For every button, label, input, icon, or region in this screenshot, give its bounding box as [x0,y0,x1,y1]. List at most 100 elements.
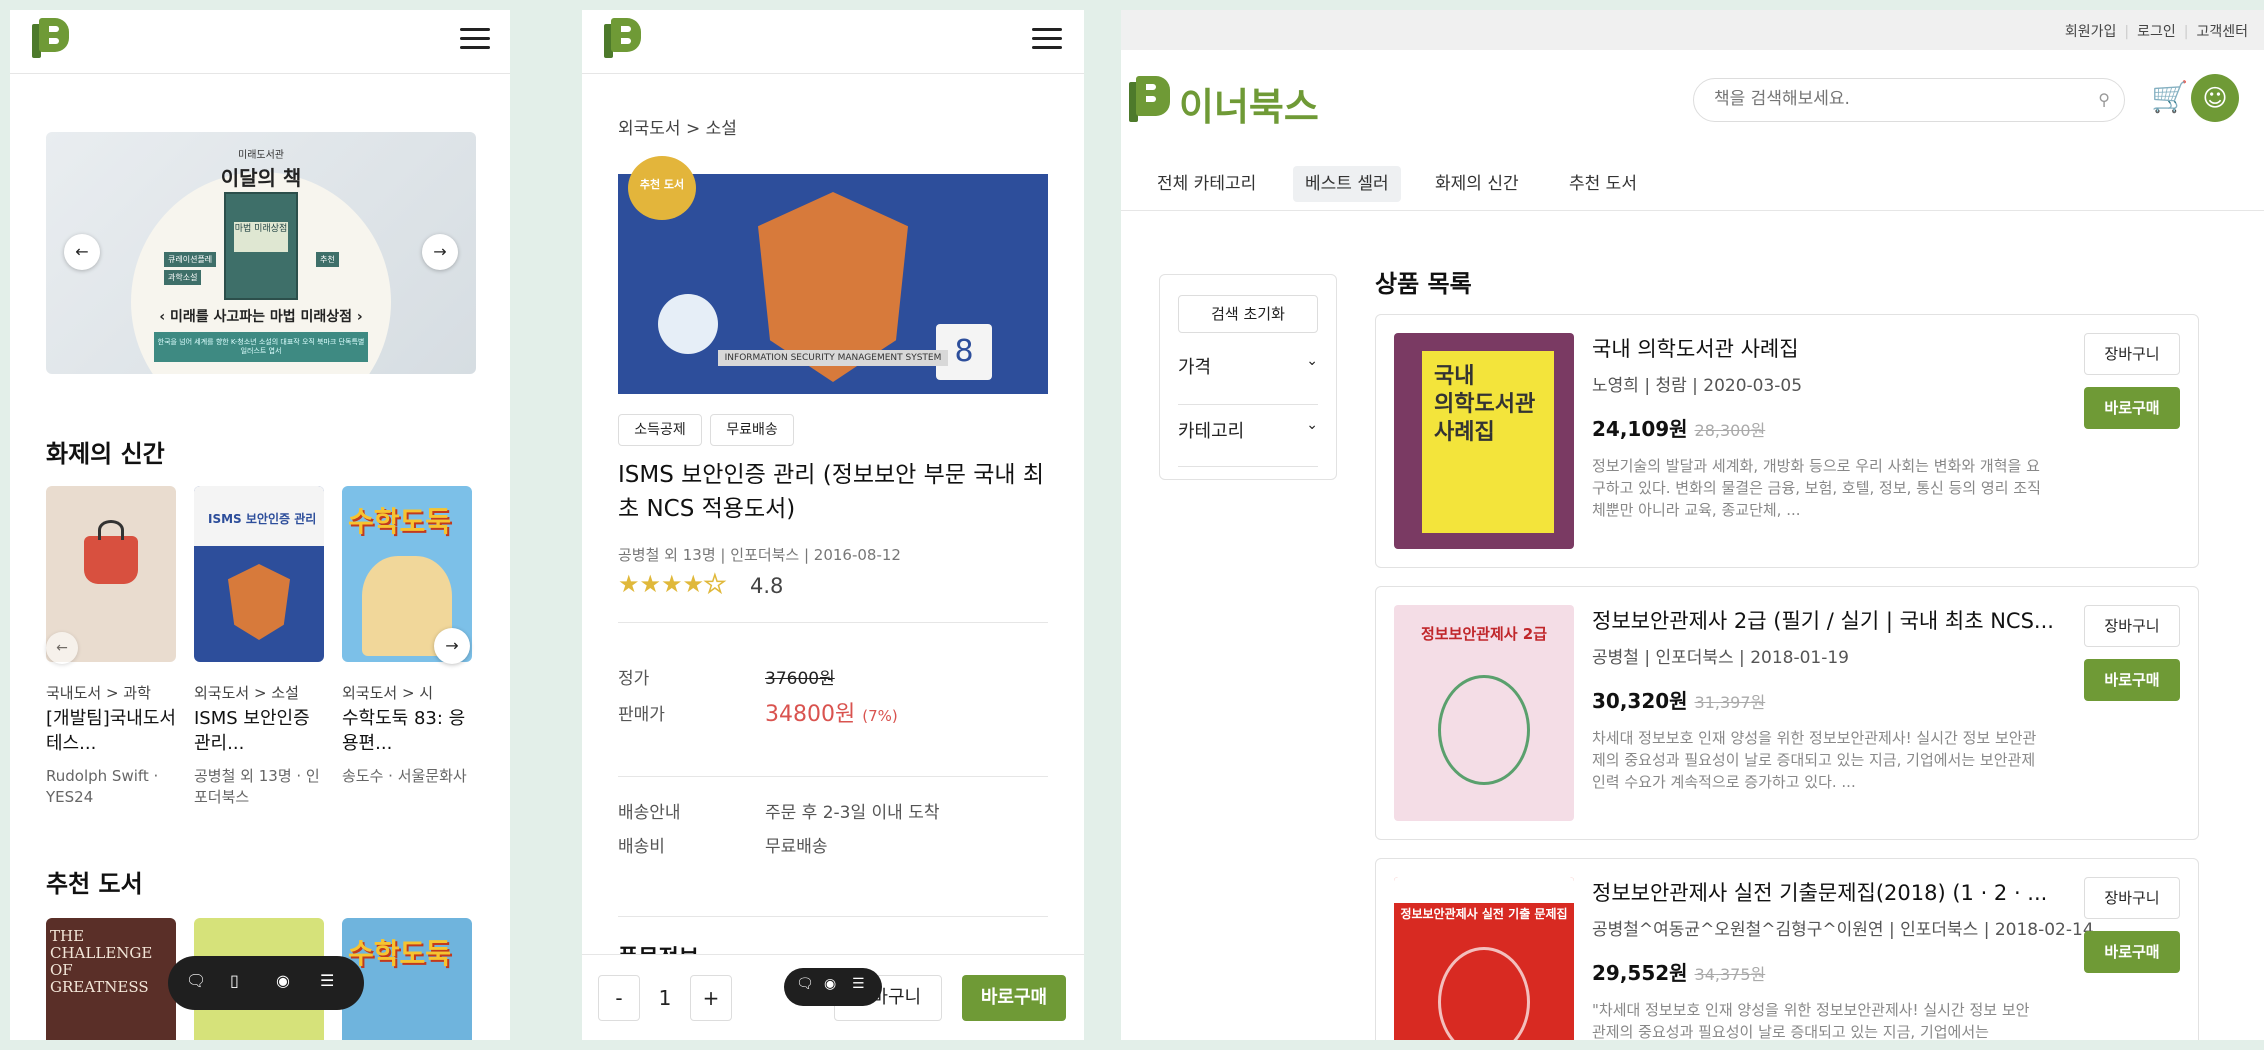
diagram-illustration [1438,675,1530,785]
breadcrumb[interactable]: 외국도서 > 소설 [618,114,737,139]
sale-price: 34800원 (7%) [765,702,898,727]
book-title[interactable]: [개발팀]국내도서 테스... [46,706,176,756]
carousel-prev-button[interactable]: ← [46,632,78,664]
book-cover[interactable]: THE CHALLENGE OF GREATNESS [46,918,176,1040]
product-title[interactable]: 정보보안관제사 실전 기출문제집(2018) (1 · 2 · ... [1592,877,2047,907]
new-books-title: 화제의 신간 [46,440,165,468]
book-author: 공병철 외 13명 · 인 포더북스 [194,767,320,806]
search-input[interactable] [1714,89,2074,109]
product-meta: 노영희 | 청람 | 2020-03-05 [1592,376,1803,396]
quantity-plus-button[interactable]: + [690,975,732,1021]
top-utility-bar: 회원가입 | 로그인 | 고객센터 [1121,10,2264,50]
book-cover[interactable]: ISMS 보안인증 관리 [194,486,324,662]
view-icon[interactable]: ◉ [824,976,836,992]
product-title: ISMS 보안인증 관리 (정보보안 부문 국내 최초 NCS 적용도서) [618,462,1045,522]
month-book-banner[interactable]: 미래도서관 이달의 책 마법 미래상점 큐레이션플레 과학소설 추천 ‹ 미래를… [46,132,476,374]
buy-now-button[interactable]: 바로구매 [2084,931,2180,973]
search-box[interactable]: ⚲ [1693,78,2125,122]
diagram-illustration [1438,947,1530,1040]
login-link[interactable]: 로그인 [2137,24,2176,40]
header-divider [10,73,510,74]
logo-icon[interactable] [32,18,70,58]
book-title[interactable]: 수학도둑 83: 응 용편... [342,706,465,756]
product-cover[interactable]: 정보보안관제사 실전 기출 문제집 [1394,877,1574,1040]
add-to-cart-button[interactable]: 장바구니 [2084,333,2180,375]
cover-text: 국내 의학도서관 사례집 [1422,351,1554,533]
product-card[interactable]: 정보보안관제사 2급 정보보안관제사 2급 (필기 / 실기 | 국내 최초 N… [1375,586,2199,840]
reset-search-button[interactable]: 검색 초기화 [1178,295,1318,333]
banner-next-button[interactable]: → [422,234,458,270]
product-price: 30,320원 31,397원 [1592,689,1766,713]
price-label: 정가 [618,669,650,689]
inbox-icon[interactable]: ▯ [230,971,239,990]
banner-tag: 큐레이션플레 [164,252,217,267]
book-category: 외국도서 > 시 [342,684,434,702]
pouch-knot [98,520,124,540]
buy-now-button[interactable]: 바로구매 [962,975,1066,1021]
filter-category-toggle[interactable]: 카테고리 ⌄ [1178,417,1318,467]
list-price: 37600원 [765,669,835,689]
tab-best-seller[interactable]: 베스트 셀러 [1293,166,1401,202]
product-title[interactable]: 정보보안관제사 2급 (필기 / 실기 | 국내 최초 NCS... [1592,605,2054,635]
product-cover[interactable]: 국내 의학도서관 사례집 [1394,333,1574,549]
signup-link[interactable]: 회원가입 [2065,24,2117,40]
support-link[interactable]: 고객센터 [2196,24,2248,40]
cover-caption: INFORMATION SECURITY MANAGEMENT SYSTEM [718,350,948,366]
settings-icon[interactable]: ☰ [852,976,865,992]
logo-icon[interactable] [604,18,642,58]
settings-icon[interactable]: ☰ [320,971,334,990]
quantity-value[interactable]: 1 [644,975,686,1021]
product-title[interactable]: 국내 의학도서관 사례집 [1592,333,1799,363]
banner-prev-button[interactable]: ← [64,234,100,270]
rating-stars: ★★★★★ [618,569,726,599]
product-description: "차세대 정보보호 인재 양성을 위한 정보보안관제사! 실시간 정보 보안관제… [1592,1001,2030,1040]
shipping-fee-label: 배송비 [618,837,665,857]
banner-tag: 추천 [316,252,339,267]
carousel-next-button[interactable]: → [434,628,470,664]
menu-icon[interactable] [460,28,490,50]
product-price: 29,552원 34,375원 [1592,961,1766,985]
tab-all-categories[interactable]: 전체 카테고리 [1145,166,1268,202]
search-icon[interactable]: ⚲ [2098,90,2110,109]
cover-text: 정보보안관제사 2급 [1420,625,1548,643]
chip-tax-deduction: 소득공제 [618,414,702,446]
quantity-minus-button[interactable]: - [598,975,640,1021]
logo-icon[interactable] [1129,76,1173,122]
add-to-cart-button[interactable]: 장바구니 [2084,605,2180,647]
decor-circle [658,294,718,354]
product-list-title: 상품 목록 [1375,270,1472,298]
chevron-down-icon: ⌄ [1306,353,1318,369]
brand-name[interactable]: 이너북스 [1179,76,1319,131]
tab-recommended[interactable]: 추천 도서 [1557,166,1649,202]
cover-title: 수학도둑 [348,937,452,970]
product-description: 차세대 정보보호 인재 양성을 위한 정보보안관제사! 실시간 정보 보안관제의… [1592,729,2037,791]
buy-now-button[interactable]: 바로구매 [2084,659,2180,701]
nav-divider [1121,210,2264,211]
add-to-cart-button[interactable]: 장바구니 [2084,877,2180,919]
book-title[interactable]: ISMS 보안인증 관리... [194,706,310,756]
buy-now-button[interactable]: 바로구매 [2084,387,2180,429]
cover-title: 수학도둑 [348,505,452,538]
cart-icon[interactable]: 🛒 [2151,80,2188,115]
user-avatar-icon[interactable]: ☺ [2191,74,2239,122]
product-meta: 공병철 외 13명 | 인포더북스 | 2016-08-12 [618,546,901,564]
divider [618,622,1048,623]
book-category: 외국도서 > 소설 [194,684,299,702]
chat-icon[interactable]: 🗨 [796,976,814,992]
rating-value: 4.8 [750,574,784,598]
view-icon[interactable]: ◉ [276,971,290,990]
product-card[interactable]: 정보보안관제사 실전 기출 문제집 정보보안관제사 실전 기출문제집(2018)… [1375,858,2199,1040]
banner-tagline: ‹ 미래를 사고파는 마법 미래상점 › [159,309,363,325]
utility-links: 회원가입 | 로그인 | 고객센터 [2064,24,2248,40]
product-card[interactable]: 국내 의학도서관 사례집 국내 의학도서관 사례집 노영희 | 청람 | 2020-… [1375,314,2199,568]
book-category: 국내도서 > 과학 [46,684,151,702]
tab-new-releases[interactable]: 화제의 신간 [1423,166,1531,202]
filter-price-toggle[interactable]: 가격 ⌄ [1178,353,1318,405]
desktop-list-panel: 회원가입|로그인|고객센터 이너북스 ⚲ 🛒 ☺ 전체 카테고리 베스트 셀러 … [1121,10,2264,1040]
product-cover[interactable]: 정보보안관제사 2급 [1394,605,1574,821]
mobile-home-panel: 미래도서관 이달의 책 마법 미래상점 큐레이션플레 과학소설 추천 ‹ 미래를… [10,10,510,1040]
chat-icon[interactable]: 🗨 [186,971,206,990]
menu-icon[interactable] [1032,28,1062,50]
product-price: 24,109원 28,300원 [1592,417,1766,441]
product-meta: 공병철 | 인포더북스 | 2018-01-19 [1592,648,1849,668]
